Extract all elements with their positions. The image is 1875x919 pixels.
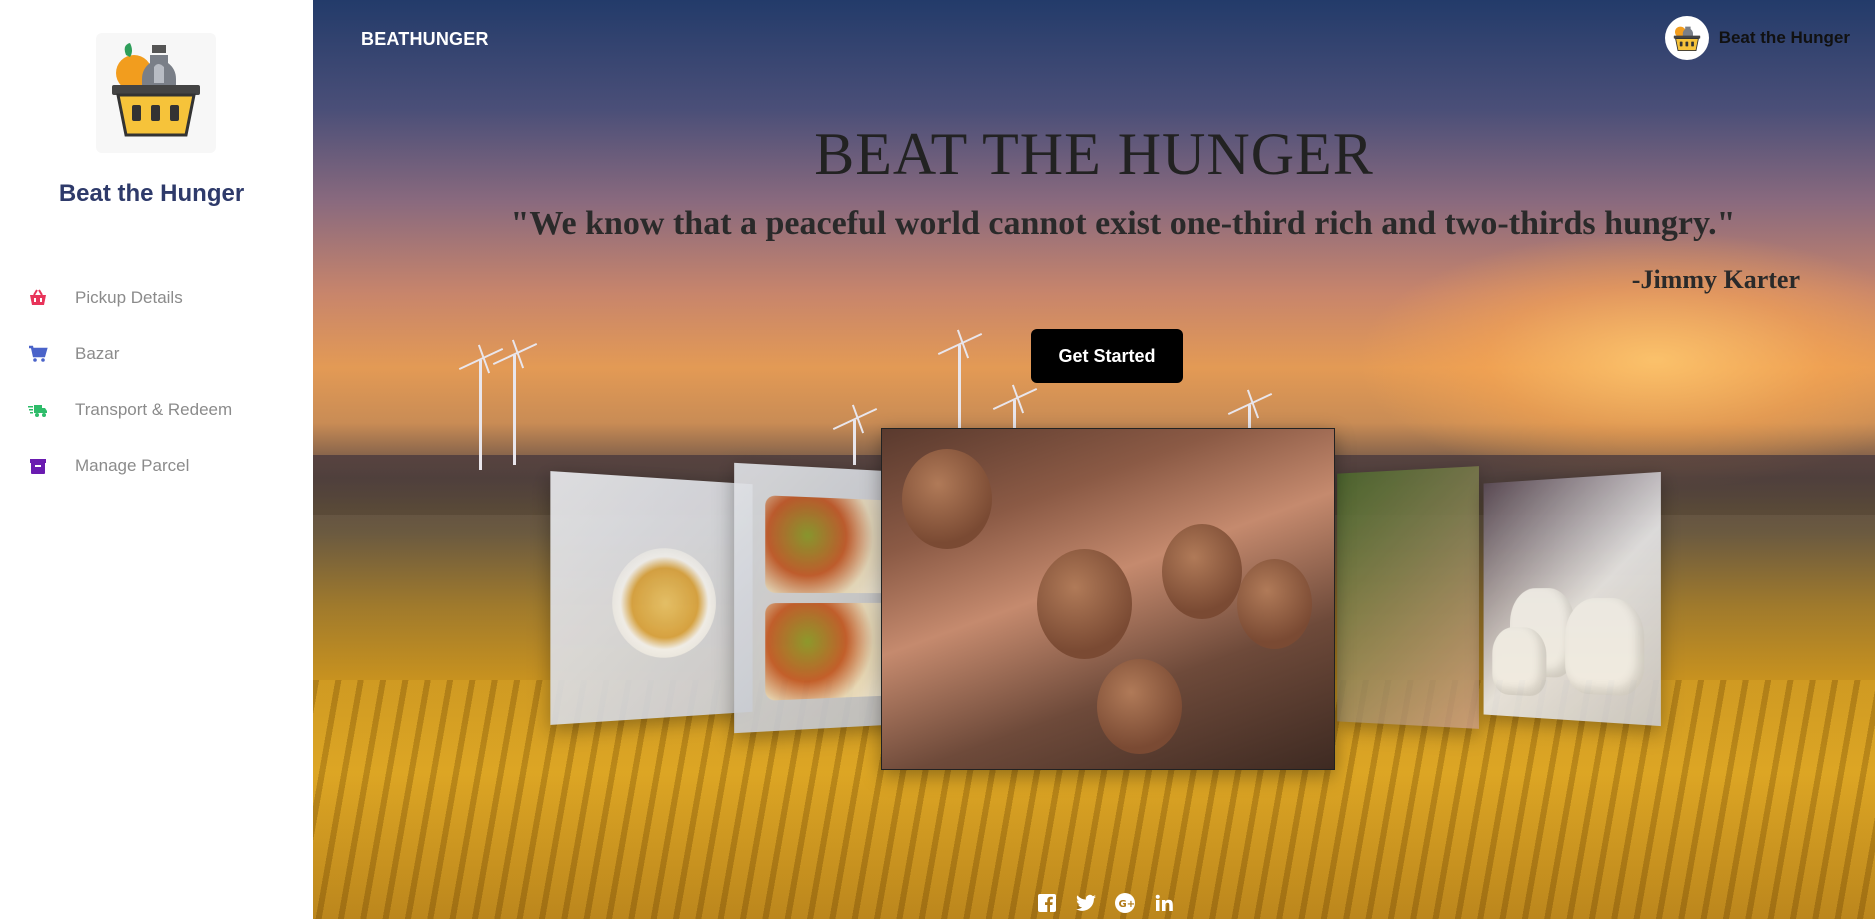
wind-turbine	[513, 355, 516, 465]
profile-menu[interactable]: Beat the Hunger	[1664, 16, 1850, 60]
sidebar-item-label: Transport & Redeem	[75, 400, 233, 419]
food-bags-image[interactable]	[1483, 471, 1661, 727]
sidebar: Beat the Hunger Pickup Details Bazar Tra…	[0, 0, 313, 919]
sidebar-item-label: Manage Parcel	[75, 456, 190, 475]
hero-quote-author: -Jimmy Karter	[1631, 265, 1800, 294]
hero-section: BEATHUNGER Beat the Hunger BEAT THE HUNG…	[313, 0, 1875, 919]
svg-text:G+: G+	[1119, 899, 1136, 910]
basket-logo-icon	[112, 43, 200, 137]
sidebar-item-label: Pickup Details	[75, 288, 183, 307]
google-plus-icon[interactable]: G+	[1114, 892, 1136, 914]
profile-name: Beat the Hunger	[1718, 28, 1850, 47]
sidebar-item-manage-parcel[interactable]: Manage Parcel	[0, 438, 313, 494]
basket-icon	[27, 287, 49, 309]
header-brand[interactable]: BEATHUNGER	[361, 29, 489, 50]
avatar[interactable]	[1664, 16, 1709, 60]
truck-icon	[27, 399, 49, 421]
sidebar-item-bazar[interactable]: Bazar	[0, 326, 313, 382]
get-started-button[interactable]: Get Started	[1031, 329, 1183, 383]
sidebar-brand-title: Beat the Hunger	[58, 180, 245, 207]
facebook-icon[interactable]	[1036, 892, 1058, 914]
sidebar-nav: Pickup Details Bazar Transport & Redeem …	[0, 270, 313, 494]
wind-turbine	[853, 420, 856, 465]
social-links: G+	[1036, 892, 1175, 914]
app-logo[interactable]	[96, 33, 216, 153]
cart-icon	[27, 343, 49, 365]
parcel-icon	[27, 455, 49, 477]
twitter-icon[interactable]	[1075, 892, 1097, 914]
linkedin-icon[interactable]	[1153, 892, 1175, 914]
sidebar-item-pickup-details[interactable]: Pickup Details	[0, 270, 313, 326]
basket-logo-icon	[1673, 26, 1700, 52]
sidebar-item-label: Bazar	[75, 344, 120, 363]
joined-hands-image[interactable]	[1337, 466, 1479, 729]
hero-title: BEAT THE HUNGER	[814, 121, 1374, 187]
wind-turbine	[479, 360, 482, 470]
cereal-bowl-image[interactable]	[550, 471, 753, 725]
hero-quote: "We know that a peaceful world cannot ex…	[510, 205, 1736, 242]
children-smiling-image[interactable]	[881, 428, 1335, 770]
sidebar-item-transport-redeem[interactable]: Transport & Redeem	[0, 382, 313, 438]
